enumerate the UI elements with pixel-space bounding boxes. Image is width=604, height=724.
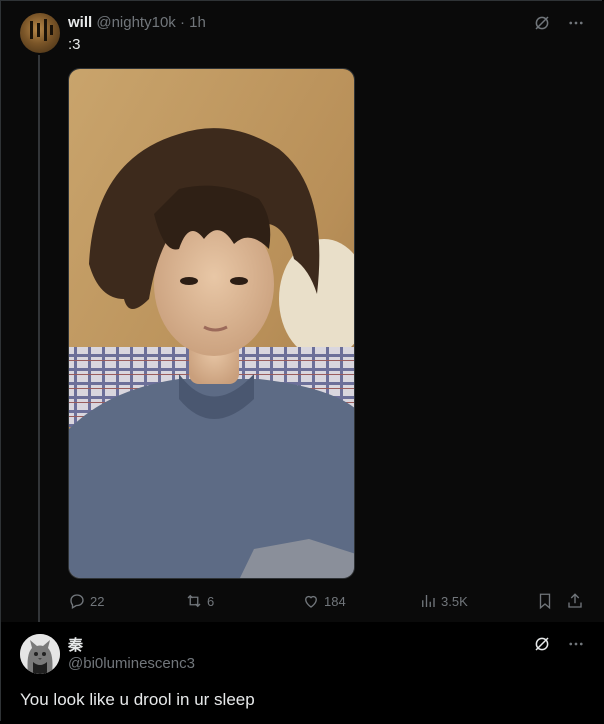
grok-icon[interactable]	[532, 13, 552, 33]
cat-illustration	[20, 634, 60, 674]
thread-line	[38, 55, 40, 622]
like-count: 184	[324, 593, 346, 609]
repost-icon	[187, 594, 201, 608]
reply-author-handle[interactable]: @bi0luminescenc3	[68, 655, 195, 672]
reply-count: 22	[90, 593, 105, 609]
tweet-main[interactable]: will @nighty10k · 1h :3 22 6 184 3.5K	[1, 1, 604, 622]
separator-dot: ·	[179, 14, 185, 31]
reply-text: You look like u drool in ur sleep	[20, 690, 255, 709]
reply-icon	[70, 594, 84, 609]
share-button[interactable]	[566, 589, 584, 613]
timeline-frame: will @nighty10k · 1h :3 22 6 184 3.5K 秦 …	[0, 0, 604, 724]
heart-icon	[305, 595, 317, 608]
tweet-actions: 22 6 184 3.5K	[68, 589, 590, 613]
reply-button[interactable]: 22	[68, 589, 104, 613]
avatar[interactable]	[20, 13, 60, 53]
tweet-reply[interactable]: 秦 @bi0luminescenc3 You look like u drool…	[1, 622, 604, 724]
grok-icon[interactable]	[532, 634, 552, 654]
tweet-header: will @nighty10k · 1h	[68, 14, 206, 32]
reply-top-actions	[532, 634, 586, 654]
views-button[interactable]: 3.5K	[419, 589, 468, 613]
tweet-top-actions	[532, 13, 586, 33]
bookmark-button[interactable]	[536, 589, 554, 613]
share-icon	[568, 593, 582, 608]
tweet-photo[interactable]	[68, 68, 355, 579]
tweet-text: :3	[68, 36, 81, 53]
views-icon	[422, 595, 435, 607]
timestamp[interactable]: 1h	[189, 14, 206, 31]
more-icon[interactable]	[566, 634, 586, 654]
repost-button[interactable]: 6	[185, 589, 214, 613]
author-name[interactable]: will	[68, 14, 92, 31]
reply-avatar[interactable]	[20, 634, 60, 674]
photo-illustration	[69, 69, 354, 578]
like-button[interactable]: 184	[302, 589, 346, 613]
author-handle[interactable]: @nighty10k	[96, 14, 175, 31]
more-icon[interactable]	[566, 13, 586, 33]
repost-count: 6	[207, 593, 215, 609]
views-count: 3.5K	[441, 593, 468, 609]
bookmark-icon	[539, 593, 551, 610]
reply-author-name[interactable]: 秦	[68, 634, 83, 655]
